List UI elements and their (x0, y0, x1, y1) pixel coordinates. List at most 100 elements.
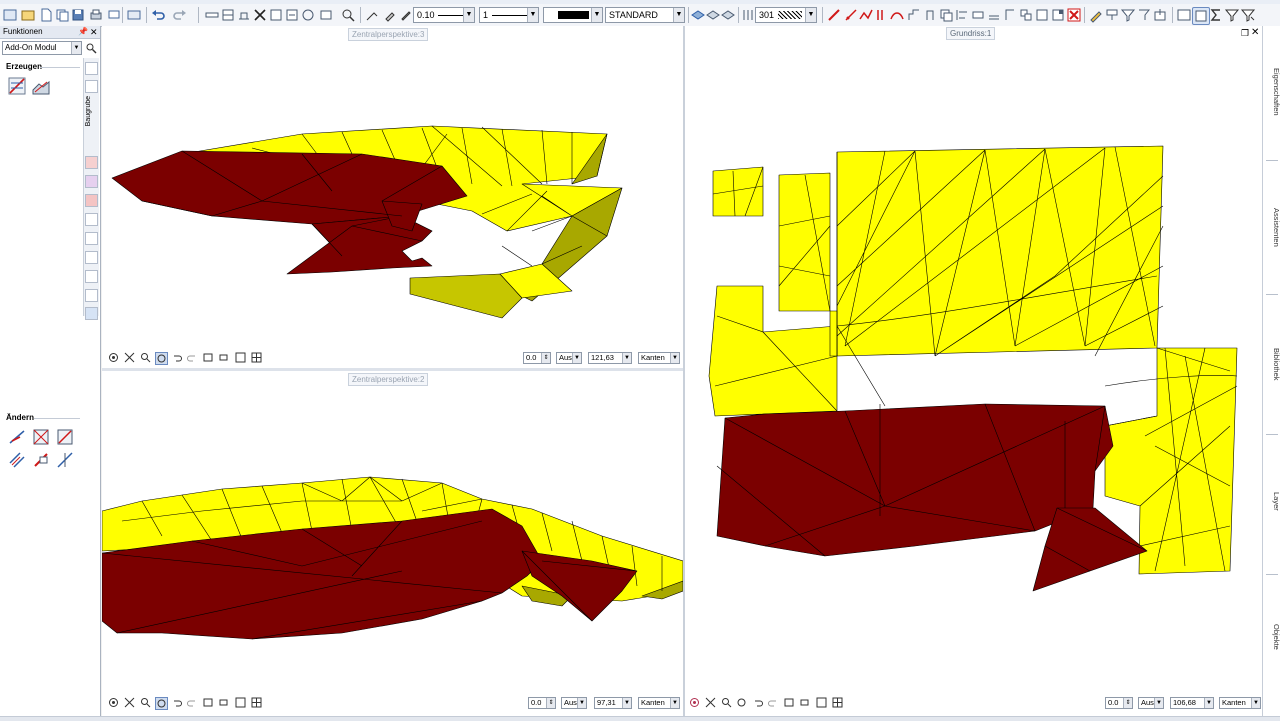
red-pen-tool-icon[interactable] (843, 7, 859, 23)
view-undo-icon[interactable] (171, 697, 182, 708)
zoom-window-icon[interactable] (140, 697, 151, 708)
view-grid-icon[interactable] (251, 352, 262, 363)
orbit-icon[interactable] (155, 697, 168, 710)
viewport-plan[interactable]: Grundriss:1 ❐ ✕ 0.0 ⇕ Aus ▼ 106,68 ▼ Kan… (685, 26, 1262, 716)
delete-icon[interactable] (252, 7, 268, 23)
tool-strip-icon-9[interactable] (85, 270, 98, 283)
filter-clear-icon[interactable] (1240, 7, 1256, 23)
open-icon[interactable] (20, 7, 36, 23)
view-section-icon[interactable] (235, 352, 246, 363)
pen-icon[interactable] (398, 7, 414, 23)
filter-icon[interactable] (1224, 7, 1240, 23)
measure-icon[interactable] (204, 7, 220, 23)
mode-select[interactable]: Aus ▼ (556, 352, 582, 364)
brush-icon[interactable] (1088, 7, 1104, 23)
viewport-perspective-2[interactable]: Zentralperspektive:2 0.0 ⇕ Aus ▼ 97,31 ▼ Ka… (102, 371, 683, 716)
erase-edge-icon[interactable] (32, 451, 50, 469)
image-icon[interactable] (126, 7, 142, 23)
tool-strip-icon-5[interactable] (85, 194, 98, 207)
plan-model[interactable] (685, 26, 1262, 716)
mirror-icon[interactable] (318, 7, 334, 23)
view-section-icon[interactable] (235, 697, 246, 708)
join-icon[interactable] (1018, 7, 1034, 23)
duplicate-icon[interactable] (938, 7, 954, 23)
sum-icon[interactable] (1208, 7, 1224, 23)
layer-settings-icon[interactable] (705, 7, 721, 23)
pattern-select[interactable]: 301 ▼ (755, 7, 817, 23)
red-line-tool-icon[interactable] (826, 7, 842, 23)
view-redo-icon[interactable] (768, 697, 779, 708)
cursor-tool-icon[interactable] (1176, 7, 1192, 23)
stairs-icon[interactable] (906, 7, 922, 23)
tool-strip-icon-6[interactable] (85, 213, 98, 226)
view-undo-icon[interactable] (171, 352, 182, 363)
copy-icon[interactable] (54, 7, 70, 23)
view-settings-icon[interactable] (108, 352, 119, 363)
close-icon[interactable]: ✕ (90, 26, 98, 38)
group-icon[interactable] (1034, 7, 1050, 23)
color-select[interactable]: 1▼ (543, 7, 603, 23)
view-redo-icon[interactable] (187, 352, 198, 363)
tab-layer[interactable]: Layer (1263, 492, 1280, 511)
pipette-icon[interactable] (382, 7, 398, 23)
tool-strip-icon-10[interactable] (85, 289, 98, 302)
elevation-icon[interactable] (236, 7, 252, 23)
create-terrain-icon[interactable] (32, 77, 50, 95)
tool-strip-icon-8[interactable] (85, 251, 98, 264)
display-mode-select[interactable]: Kanten ▼ (1219, 697, 1261, 709)
mode-select[interactable]: Aus ▼ (1138, 697, 1164, 709)
trim-icon[interactable] (1002, 7, 1018, 23)
snap-icon[interactable] (364, 7, 380, 23)
split-edit-icon[interactable] (56, 451, 74, 469)
move-icon[interactable] (284, 7, 300, 23)
layer-visibility-icon[interactable] (690, 7, 706, 23)
modify-line-icon[interactable] (8, 428, 26, 446)
rotate-icon[interactable] (300, 7, 316, 23)
print-icon[interactable] (88, 7, 104, 23)
zoom-icon[interactable] (340, 7, 356, 23)
view-settings-icon[interactable] (689, 697, 700, 708)
scale-select[interactable]: 121,63 ▼ (588, 352, 632, 364)
parallel-lines-icon[interactable] (874, 7, 890, 23)
zoom-window-icon[interactable] (721, 697, 732, 708)
view-copy-icon[interactable] (203, 352, 214, 363)
window-icon[interactable] (220, 7, 236, 23)
new-document-icon[interactable] (2, 7, 18, 23)
orbit-icon[interactable] (736, 697, 747, 708)
tool-strip-icon-2[interactable] (85, 80, 98, 93)
modify-area-icon[interactable] (32, 428, 50, 446)
angle-input[interactable]: 0.0 ⇕ (528, 697, 556, 709)
layer-filter-icon[interactable] (720, 7, 736, 23)
side-tab-excavation[interactable]: Baugrube (85, 96, 92, 126)
view-copy-icon[interactable] (203, 697, 214, 708)
view-undo-icon[interactable] (752, 697, 763, 708)
view-redo-icon[interactable] (187, 697, 198, 708)
comment-icon[interactable] (106, 7, 122, 23)
display-mode-select[interactable]: Kanten ▼ (638, 697, 680, 709)
cancel-red-icon[interactable] (1066, 7, 1082, 23)
display-mode-select[interactable]: Kanten ▼ (638, 352, 680, 364)
modify-points-icon[interactable] (56, 428, 74, 446)
search-icon[interactable] (85, 42, 97, 54)
copy-tool-icon[interactable] (268, 7, 284, 23)
perspective-2-model[interactable] (102, 371, 683, 716)
curve-tool-icon[interactable] (889, 7, 905, 23)
scale-select[interactable]: 106,68 ▼ (1170, 697, 1214, 709)
view-camera-icon[interactable] (219, 352, 230, 363)
tool-strip-icon-3[interactable] (85, 156, 98, 169)
save-icon[interactable] (70, 7, 86, 23)
module-select[interactable]: Add-On Modul ▼ (2, 41, 82, 55)
file-icon[interactable] (38, 7, 54, 23)
view-settings-icon[interactable] (108, 697, 119, 708)
view-grid-icon[interactable] (251, 697, 262, 708)
stretch-icon[interactable] (970, 7, 986, 23)
scale-select[interactable]: 97,31 ▼ (594, 697, 632, 709)
tool-strip-icon-7[interactable] (85, 232, 98, 245)
redo-icon[interactable] (172, 7, 188, 23)
tab-wizards[interactable]: Assistenten (1263, 208, 1280, 247)
perspective-3-model[interactable] (102, 26, 683, 368)
tool-strip-icon-1[interactable] (85, 62, 98, 75)
parallel-edit-icon[interactable] (8, 451, 26, 469)
tool-strip-icon-4[interactable] (85, 175, 98, 188)
zoom-all-icon[interactable] (124, 697, 135, 708)
